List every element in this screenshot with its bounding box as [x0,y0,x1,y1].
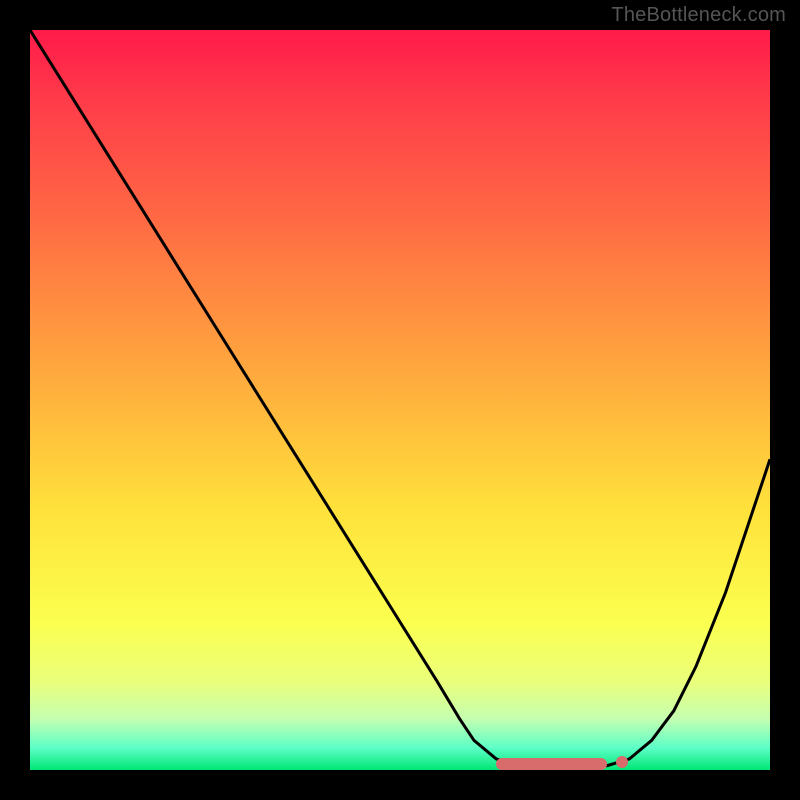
bottleneck-chart [30,30,770,770]
bottleneck-curve-path [30,30,770,770]
chart-svg [30,30,770,770]
watermark-label: TheBottleneck.com [611,4,786,27]
optimal-range-marker [496,758,607,770]
optimal-range-end-dot [616,756,628,768]
